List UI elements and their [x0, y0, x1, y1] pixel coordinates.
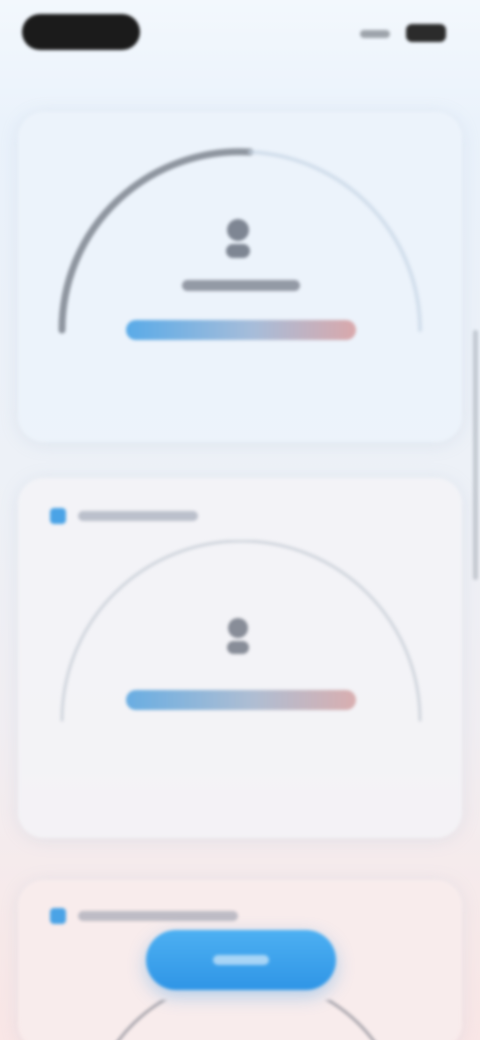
- dynamic-island: [22, 14, 140, 50]
- square-icon: [50, 908, 66, 924]
- section-title: [78, 911, 238, 921]
- gauge-arc-track: [248, 150, 423, 332]
- battery-icon: [406, 24, 446, 42]
- section-header: [50, 906, 238, 926]
- primary-action-button[interactable]: [146, 930, 336, 990]
- gauge-range-bar: [126, 320, 356, 340]
- signal-icon: [360, 30, 390, 38]
- gauge-arc-filled: [58, 148, 254, 334]
- person-icon: [226, 219, 250, 258]
- gauge-primary: [58, 148, 423, 340]
- section-title: [78, 511, 198, 521]
- status-bar: [0, 0, 480, 70]
- scrollbar[interactable]: [473, 330, 478, 580]
- square-icon: [50, 508, 66, 524]
- primary-action-label: [213, 955, 269, 965]
- gauge-range-bar: [126, 690, 356, 710]
- status-icons: [350, 22, 450, 44]
- gauge-secondary: [60, 540, 422, 722]
- gauge-label: [182, 280, 300, 291]
- gauge-tertiary-arc: [117, 1000, 375, 1040]
- person-icon: [227, 618, 249, 654]
- section-header: [50, 506, 198, 526]
